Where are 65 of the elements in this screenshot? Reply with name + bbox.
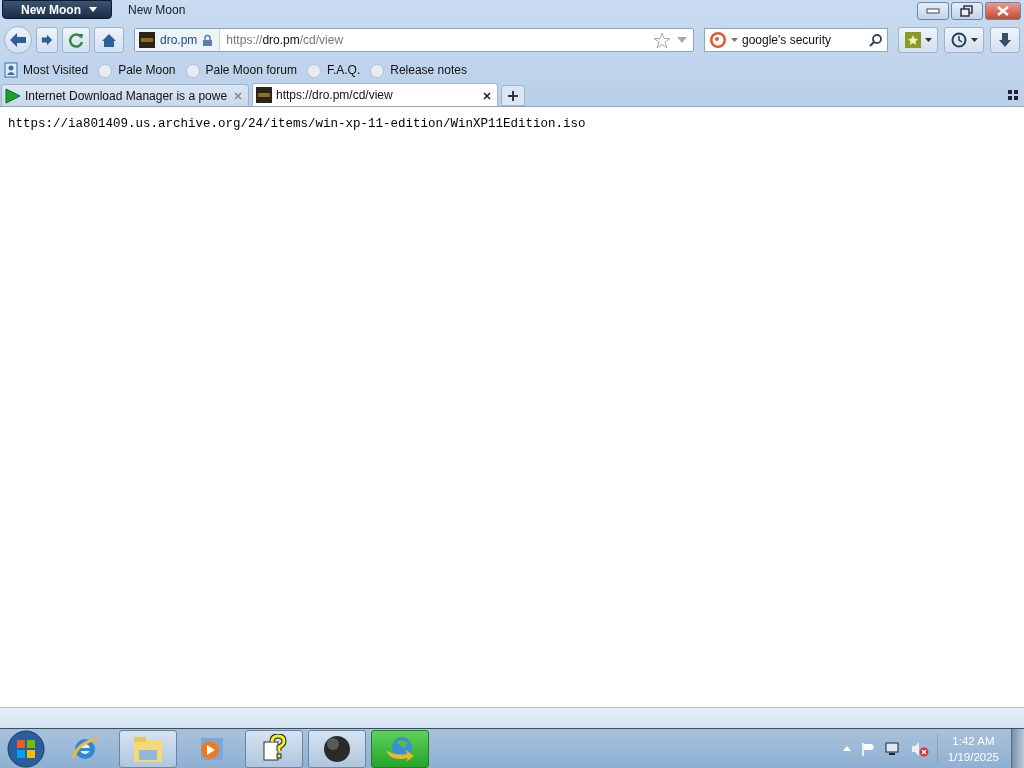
back-arrow-icon: [9, 32, 27, 48]
bookmark-globe-icon: [97, 62, 114, 78]
caret-icon: [89, 7, 97, 12]
bookmark-link[interactable]: F.A.Q.: [326, 63, 361, 77]
bookmark-globe-icon: [305, 62, 322, 78]
bookmark-link[interactable]: Release notes: [390, 63, 467, 77]
reload-icon: [68, 32, 84, 48]
bookmark-folder-icon: [4, 62, 18, 78]
close-icon: [234, 92, 242, 100]
search-field[interactable]: google's security: [742, 33, 865, 47]
minimize-icon: [926, 8, 940, 14]
caret-icon: [924, 38, 932, 42]
close-icon: [483, 91, 491, 100]
taskbar-button[interactable]: [245, 729, 303, 768]
restore-button[interactable]: [951, 2, 983, 20]
bookmark-globe-icon: [369, 62, 386, 78]
downloads-button[interactable]: [990, 27, 1020, 53]
search-icon[interactable]: [869, 33, 883, 47]
help-document-icon: [260, 733, 288, 764]
show-desktop-button[interactable]: [1011, 728, 1024, 768]
app-menu-button[interactable]: New Moon: [2, 0, 112, 19]
caret-icon: [970, 38, 978, 42]
search-box[interactable]: google's security: [704, 28, 888, 52]
bookmark-link[interactable]: Pale Moon: [118, 63, 176, 77]
forward-button[interactable]: [36, 27, 58, 53]
address-bar[interactable]: dro.pm https://dro.pm/cd/view: [134, 28, 694, 52]
star-icon: [904, 32, 921, 48]
tab-title: https://dro.pm/cd/view: [276, 88, 394, 102]
window-title: New Moon: [128, 3, 186, 17]
download-arrow-icon: [998, 32, 1012, 48]
page-text: https://ia801409.us.archive.org/24/items/win-xp-11-edition/WinXP11Edition.iso: [8, 117, 587, 131]
close-icon: [997, 6, 1009, 16]
bookmark-link[interactable]: Pale Moon forum: [205, 63, 297, 77]
browser-tab[interactable]: Internet Download Manager is a powe: [1, 84, 249, 106]
browser-tab[interactable]: https://dro.pm/cd/view: [252, 83, 498, 106]
clock-icon: [950, 32, 967, 48]
bookmark-link[interactable]: Most Visited: [23, 63, 89, 77]
tab-title: Internet Download Manager is a powe: [25, 88, 229, 103]
plus-icon: [507, 89, 519, 102]
taskbar-button[interactable]: [308, 729, 366, 768]
back-button[interactable]: [4, 26, 32, 54]
url-text: https://dro.pm/cd/view: [225, 33, 345, 47]
play-icon: [5, 87, 21, 104]
forward-arrow-icon: [41, 33, 53, 47]
history-button[interactable]: [944, 27, 984, 53]
restore-icon: [960, 5, 974, 17]
close-button[interactable]: [985, 2, 1021, 20]
bookmark-globe-icon: [184, 62, 201, 78]
star-icon[interactable]: [653, 31, 671, 49]
site-favicon-icon: [256, 87, 272, 103]
caret-icon[interactable]: [731, 38, 738, 42]
start-button[interactable]: [7, 729, 45, 768]
tab-groups-icon[interactable]: [1008, 90, 1018, 100]
search-engine-icon[interactable]: [709, 31, 727, 49]
network-icon[interactable]: [884, 741, 901, 756]
site-favicon-icon: [139, 32, 155, 48]
home-icon: [101, 32, 117, 48]
bookmarks-button[interactable]: [898, 27, 938, 53]
muted-speaker-icon[interactable]: [910, 740, 929, 757]
minimize-button[interactable]: [917, 2, 949, 20]
reload-button[interactable]: [62, 27, 90, 53]
new-tab-button[interactable]: [501, 85, 525, 106]
lock-icon: [202, 34, 214, 46]
moon-icon: [322, 733, 352, 764]
home-button[interactable]: [94, 27, 124, 53]
